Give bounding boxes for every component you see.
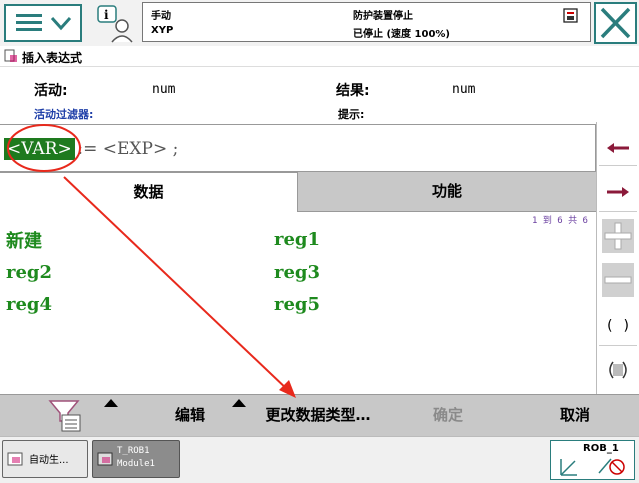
robot-quickset[interactable]: ROB_1 [550,440,635,480]
active-label: 活动: [34,83,68,99]
change-data-type-button[interactable]: 更改数据类型… [248,395,388,437]
window-title: 插入表达式 [22,51,83,65]
list-item[interactable]: reg5 [274,294,320,315]
ok-button-disabled[interactable]: 确定 [400,395,496,437]
filter-icon [48,400,81,432]
main-menu-button[interactable] [4,4,82,42]
expression-icon [4,49,17,62]
tab-data[interactable]: 数据 [0,172,298,212]
task2-line2: Module1 [117,459,155,469]
remove-button-disabled[interactable] [599,260,637,300]
operator-icon[interactable]: i [96,4,136,44]
list-item[interactable]: reg3 [274,262,320,283]
window-title-bar: 插入表达式 [0,46,639,67]
list-item[interactable]: reg2 [6,262,52,283]
active-filter-label[interactable]: 活动过滤器: [34,106,93,122]
hint-label: 提示: [338,108,365,121]
cancel-button[interactable]: 取消 [530,395,620,437]
filter-button[interactable] [20,395,110,437]
jog-icon [560,458,625,476]
list-item[interactable]: reg1 [274,229,320,250]
controller-name: XYP [151,25,174,36]
plus-icon [602,219,634,253]
tab-function[interactable]: 功能 [298,172,596,212]
move-right-button[interactable] [599,172,637,212]
close-icon [600,7,631,39]
protection-status: 防护装置停止 [353,11,413,22]
list-item[interactable]: reg4 [6,294,52,315]
expression-rest[interactable]: := <EXP> ; [72,138,178,160]
module-icon [97,452,113,466]
user-info-icon: i [97,5,133,43]
mode-text: 手动 [151,11,171,22]
task-auto-generated[interactable]: 自动生... [2,440,88,478]
arrow-left-icon [607,143,629,153]
result-value: num [452,82,476,97]
window-icon [7,452,23,466]
task1-label: 自动生... [29,455,69,466]
status-panel[interactable]: 手动 XYP 防护装置停止 已停止 (速度 100%) [142,2,591,42]
add-button-disabled[interactable] [599,216,637,256]
arrow-right-icon [607,187,629,197]
program-state-icon [563,8,578,23]
right-button-panel: ( ) [596,122,639,394]
bottom-toolbar: 编辑 更改数据类型… 确定 取消 [0,394,639,437]
change-type-arrow-icon [232,399,246,407]
parentheses-selected-icon [609,361,627,379]
parentheses-button[interactable]: ( ) [599,306,637,346]
item-count: 1 到 6 共 6 [532,216,588,226]
task-module[interactable]: T_ROB1 Module1 [92,440,180,478]
active-value: num [152,82,176,97]
close-button[interactable] [594,2,637,44]
svg-text:i: i [104,8,109,22]
list-item-new[interactable]: 新建 [6,227,42,253]
result-label: 结果: [336,83,370,99]
remove-parentheses-button[interactable] [599,350,637,390]
move-left-button[interactable] [599,126,637,166]
speed-status: 已停止 (速度 100%) [353,29,450,40]
minus-icon [602,263,634,297]
hamburger-icon [16,14,72,31]
var-token-selected[interactable]: <VAR> [4,138,75,160]
task2-line1: T_ROB1 [117,446,150,456]
edit-button[interactable]: 编辑 [150,395,230,437]
edit-menu-arrow-icon [104,399,118,407]
